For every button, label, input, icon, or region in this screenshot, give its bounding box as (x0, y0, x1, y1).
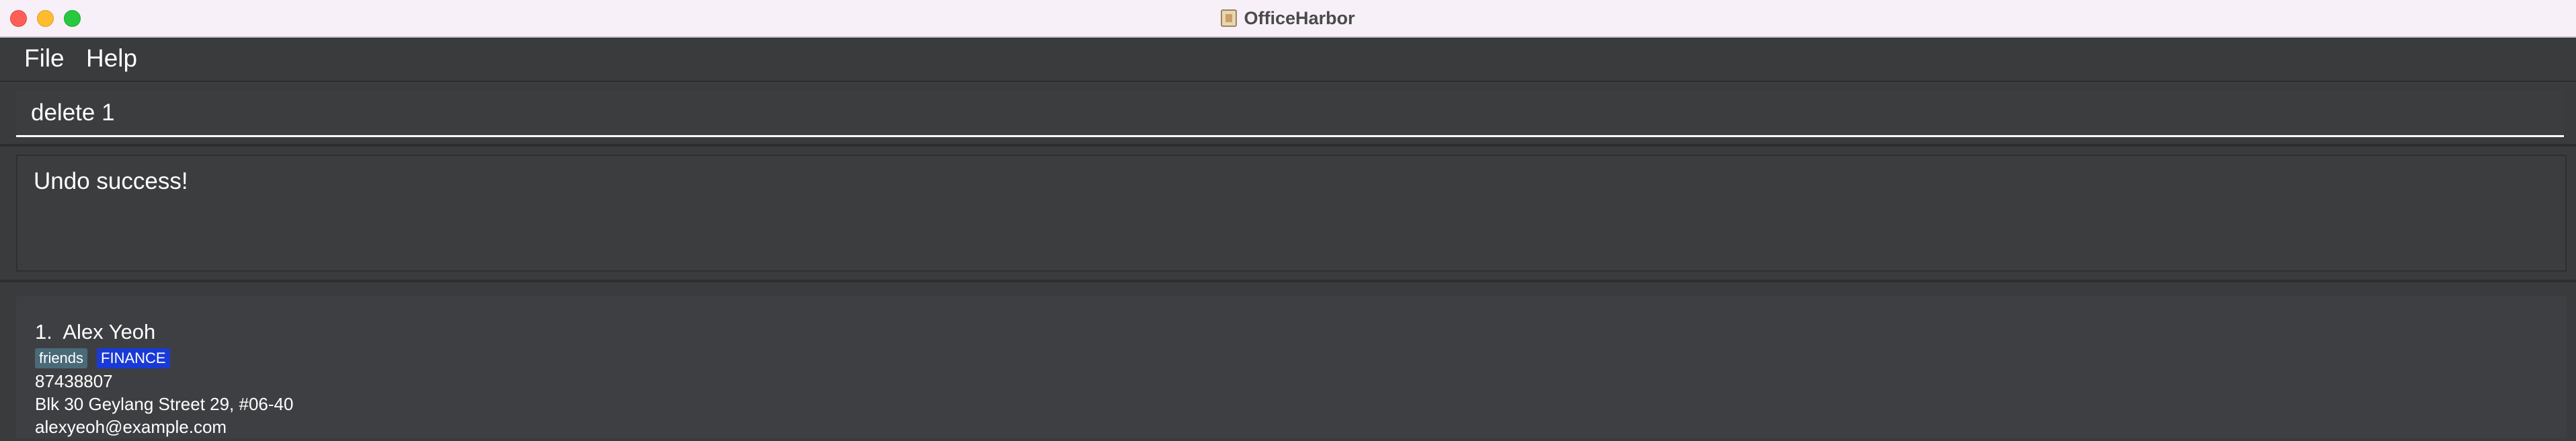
menu-bar: File Help (0, 38, 2576, 82)
person-name: Alex Yeoh (63, 320, 156, 344)
app-window: OfficeHarbor File Help Undo success! 1. … (0, 0, 2576, 441)
person-index: 1. (35, 320, 52, 344)
command-box-area (0, 83, 2576, 144)
result-display[interactable]: Undo success! (16, 155, 2567, 272)
person-tags: friends FINANCE (35, 348, 170, 368)
person-card[interactable]: 1. Alex Yeoh friends FINANCE 87438807 Bl… (16, 296, 2567, 438)
person-address: Blk 30 Geylang Street 29, #06-40 (35, 394, 294, 414)
person-header: 1. Alex Yeoh (35, 320, 155, 344)
tag-friends: friends (35, 348, 88, 368)
result-message: Undo success! (34, 168, 188, 194)
person-phone: 87438807 (35, 371, 113, 391)
app-icon (1221, 9, 1238, 27)
command-input[interactable] (16, 90, 2564, 137)
person-list: 1. Alex Yeoh friends FINANCE 87438807 Bl… (0, 282, 2576, 441)
tag-finance: FINANCE (97, 348, 170, 368)
menu-help[interactable]: Help (86, 44, 137, 73)
person-email: alexyeoh@example.com (35, 417, 227, 437)
window-title: OfficeHarbor (1244, 7, 1355, 28)
menu-file[interactable]: File (24, 44, 65, 73)
title-bar[interactable]: OfficeHarbor (0, 0, 2576, 38)
result-display-area: Undo success! (0, 147, 2576, 280)
window-title-group: OfficeHarbor (0, 0, 2576, 36)
